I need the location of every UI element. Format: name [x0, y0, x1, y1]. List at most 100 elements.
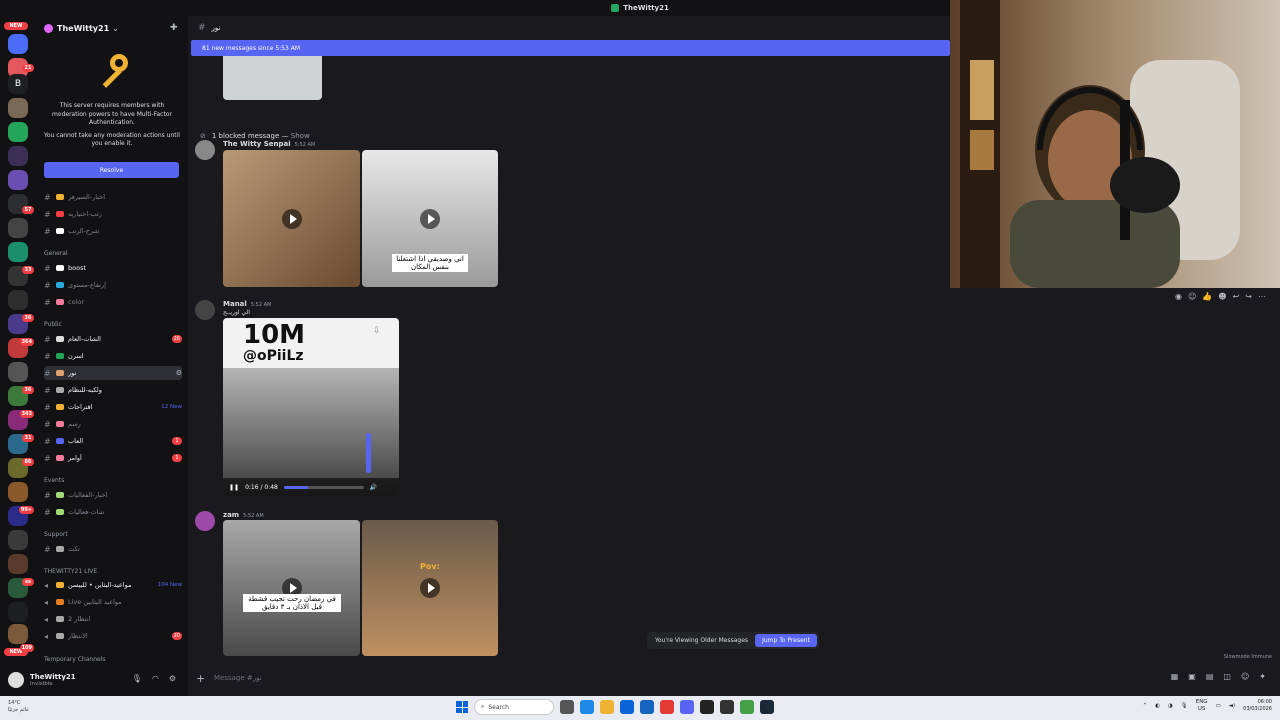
add-member-icon[interactable]: ✚ [170, 23, 180, 33]
server-icon-b[interactable]: B [8, 74, 28, 94]
server-header[interactable]: TheWitty21 ⌄ ✚ [36, 16, 188, 40]
edge-icon[interactable] [620, 700, 634, 714]
video-progress[interactable] [283, 485, 364, 489]
language-indicator[interactable]: ENG US [1196, 699, 1208, 713]
channel-item[interactable]: ◂ مواعيد-البثاين • للبيسن 104 New [44, 578, 182, 592]
taskbar-search[interactable]: ⌕ Search [474, 699, 554, 715]
forward-icon[interactable]: ↪ [1245, 292, 1252, 301]
discord-icon[interactable] [680, 700, 694, 714]
server-icon[interactable] [8, 242, 28, 262]
play-icon[interactable] [420, 578, 440, 598]
network-icon[interactable]: ▭ [1216, 703, 1221, 709]
server-icon[interactable] [8, 218, 28, 238]
category-public[interactable]: Public [44, 321, 62, 328]
channel-item[interactable]: ◂ انتظار 2 [44, 612, 182, 626]
add-attachment-icon[interactable]: + [196, 672, 214, 685]
thumbs-up-icon[interactable]: 👍 [1202, 292, 1212, 301]
microphone-icon[interactable]: 🎙 [1181, 703, 1188, 709]
channel-item[interactable]: # الشات-العام 26 [44, 332, 182, 346]
apps-icon[interactable]: ▦ [1171, 672, 1179, 681]
show-blocked-link[interactable]: Show [291, 132, 310, 140]
channel-item[interactable]: # color [44, 295, 182, 309]
message-composer[interactable]: + Message #نور ▦ ▣ ▤ ◫ ☺ ✦ [196, 666, 1272, 690]
reply-icon[interactable]: ↩ [1233, 292, 1240, 301]
file-explorer-icon[interactable] [600, 700, 614, 714]
chrome-icon[interactable] [660, 700, 674, 714]
channel-item[interactable]: # اخبار-السيرفر [44, 190, 182, 204]
message-input[interactable]: Message #نور [214, 674, 262, 682]
server-icon[interactable] [8, 146, 28, 166]
eyes-reaction-icon[interactable]: ◉ [1175, 292, 1182, 301]
apps-launcher-icon[interactable]: ✦ [1259, 672, 1266, 681]
avatar[interactable] [195, 511, 215, 531]
play-icon[interactable] [420, 208, 440, 229]
tray-chevron-icon[interactable]: ⌃ [1143, 703, 1148, 709]
headphones-icon[interactable]: ◠ [152, 674, 159, 683]
smile-reaction-icon[interactable]: ☺ [1188, 292, 1196, 301]
server-icon[interactable] [8, 98, 28, 118]
tray-app-icon[interactable]: ◐ [1155, 703, 1160, 709]
server-icon[interactable] [8, 602, 28, 622]
channel-item[interactable]: # إرتفاع-مستوى [44, 278, 182, 292]
attachment-image[interactable] [223, 56, 322, 100]
video-player[interactable]: 10M @oPiiLz ⇩ ❚❚ 0:16 / 0:48 🔊 [223, 318, 399, 496]
server-icon[interactable] [8, 482, 28, 502]
jump-to-present-button[interactable]: Jump To Present [755, 634, 817, 647]
channel-item[interactable]: # اخبار-الفعاليات [44, 488, 182, 502]
tray-app-icon[interactable]: ◑ [1168, 703, 1173, 709]
channel-item[interactable]: # اسرن [44, 349, 182, 363]
channel-item[interactable]: # boost [44, 261, 182, 275]
server-icon[interactable] [8, 170, 28, 190]
new-messages-bar[interactable]: 81 new messages since 5:53 AM [191, 40, 950, 56]
channel-item[interactable]: # أوامر 1 [44, 451, 182, 465]
channel-item[interactable]: # اقتراحات 12 New [44, 400, 182, 414]
avatar[interactable] [195, 140, 215, 160]
windows-start-icon[interactable] [456, 701, 468, 713]
category-events[interactable]: Events [44, 477, 64, 484]
channel-item[interactable]: # ولكبه-للنظام [44, 383, 182, 397]
message-author[interactable]: zam 5:52 AM [223, 511, 264, 519]
more-icon[interactable]: ⋯ [1258, 292, 1266, 301]
gif-icon[interactable]: ▤ [1206, 672, 1214, 681]
category-temporary[interactable]: Temporary Channels [44, 656, 106, 663]
add-reaction-icon[interactable]: ☻ [1218, 292, 1226, 301]
message-author[interactable]: Manal 5:52 AM [223, 300, 271, 308]
volume-icon[interactable]: ◄) [1229, 703, 1235, 709]
volume-icon[interactable]: 🔊 [370, 484, 377, 491]
gear-icon[interactable]: ⚙ [176, 369, 182, 377]
server-icon[interactable] [8, 290, 28, 310]
resolve-button[interactable]: Resolve [44, 162, 179, 178]
emoji-icon[interactable]: ☺ [1241, 672, 1249, 681]
channel-item[interactable]: # العاب 1 [44, 434, 182, 448]
category-support[interactable]: Support [44, 531, 68, 538]
app-icon[interactable] [740, 700, 754, 714]
video-attachment[interactable]: اني وصديقي اذا اشتغلنا بنفس المكان [362, 150, 498, 287]
server-icon[interactable] [8, 554, 28, 574]
channel-item[interactable]: # شرح-الرتب [44, 224, 182, 238]
category-general[interactable]: General [44, 250, 68, 257]
channel-item[interactable]: ◂ الانتظار 20 [44, 629, 182, 643]
channel-item[interactable]: # تكت [44, 542, 182, 556]
steam-icon[interactable] [760, 700, 774, 714]
app-icon[interactable] [580, 700, 594, 714]
server-icon[interactable] [8, 34, 28, 54]
server-icon[interactable] [8, 624, 28, 644]
channel-item[interactable]: # رسم [44, 417, 182, 431]
server-icon[interactable] [8, 122, 28, 142]
clock[interactable]: 06:00 03/03/2026 [1243, 699, 1272, 713]
channel-item[interactable]: ◂ Live مواعيد البثابين [44, 595, 182, 609]
app-icon[interactable] [640, 700, 654, 714]
sticker-icon[interactable]: ◫ [1223, 672, 1231, 681]
avatar[interactable] [195, 300, 215, 320]
channel-item[interactable]: # شات-فعاليات [44, 505, 182, 519]
video-attachment[interactable] [223, 150, 360, 287]
volume-slider[interactable] [366, 433, 371, 473]
video-attachment[interactable]: في رمضان رحت تجيب قشطة قبل الاذان بـ ٣ د… [223, 520, 360, 656]
terminal-icon[interactable] [720, 700, 734, 714]
download-icon[interactable]: ⇩ [373, 326, 381, 336]
microphone-icon[interactable]: 🎙 [132, 674, 142, 683]
channel-item[interactable]: # رتب-اختياريه [44, 207, 182, 221]
gear-icon[interactable]: ⚙ [169, 674, 176, 683]
obs-icon[interactable] [700, 700, 714, 714]
channel-item-active[interactable]: # نور ⚙ [44, 366, 182, 380]
